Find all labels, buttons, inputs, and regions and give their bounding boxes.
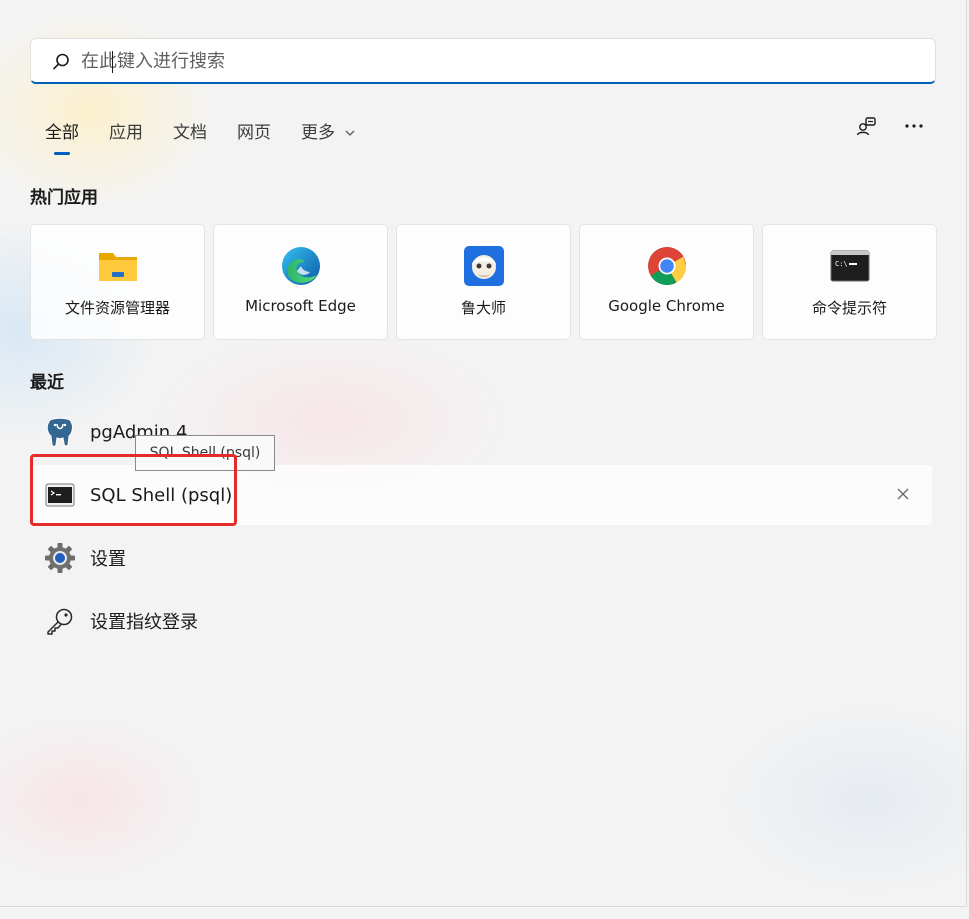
file-explorer-icon xyxy=(98,253,137,281)
tab-documents[interactable]: 文档 xyxy=(158,112,222,149)
chrome-icon xyxy=(647,247,686,286)
app-label: 命令提示符 xyxy=(811,299,887,317)
pgadmin-elephant-icon xyxy=(46,417,73,447)
settings-gear-icon xyxy=(45,543,75,573)
tab-web[interactable]: 网页 xyxy=(222,112,286,149)
tab-all-label: 全部 xyxy=(45,123,79,143)
start-search-panel: 全部 应用 文档 网页 更多 xyxy=(0,0,967,907)
recent-item-fingerprint-login[interactable]: 设置指纹登录 xyxy=(30,591,932,651)
recent-item-settings[interactable]: 设置 xyxy=(30,528,932,588)
popular-apps-title: 热门应用 xyxy=(30,188,98,208)
app-card-file-explorer[interactable]: 文件资源管理器 xyxy=(30,224,205,340)
app-label: Google Chrome xyxy=(608,297,725,315)
chevron-down-icon xyxy=(345,130,355,136)
ludashi-icon xyxy=(463,246,504,286)
search-box[interactable] xyxy=(30,38,936,84)
tab-all[interactable]: 全部 xyxy=(30,112,94,155)
tab-apps[interactable]: 应用 xyxy=(94,112,158,149)
more-options-button[interactable] xyxy=(902,114,926,138)
search-input[interactable] xyxy=(81,47,921,75)
tab-more-label: 更多 xyxy=(301,123,335,143)
recent-title: 最近 xyxy=(30,373,64,393)
top-right-actions xyxy=(854,114,926,138)
close-icon[interactable] xyxy=(896,487,910,501)
app-label: Microsoft Edge xyxy=(245,297,356,315)
terminal-icon xyxy=(45,483,75,507)
app-label: 文件资源管理器 xyxy=(64,299,170,317)
account-switch-icon xyxy=(856,117,876,136)
tab-documents-label: 文档 xyxy=(173,123,207,143)
app-card-ludashi[interactable]: 鲁大师 xyxy=(396,224,571,340)
more-options-icon xyxy=(905,124,923,128)
app-card-microsoft-edge[interactable]: Microsoft Edge xyxy=(213,224,388,340)
search-icon xyxy=(53,53,69,70)
recent-item-sql-shell[interactable]: SQL Shell (psql) xyxy=(30,465,932,525)
tab-more[interactable]: 更多 xyxy=(286,112,371,149)
command-prompt-icon: C:\ xyxy=(830,250,869,282)
app-card-google-chrome[interactable]: Google Chrome xyxy=(579,224,754,340)
tab-apps-label: 应用 xyxy=(109,123,143,143)
tab-web-label: 网页 xyxy=(237,123,271,143)
account-switch-button[interactable] xyxy=(854,114,878,138)
popular-apps-grid: 文件资源管理器 Microsoft Edge 鲁大师 Google Chrome… xyxy=(30,224,937,340)
filter-tabs: 全部 应用 文档 网页 更多 xyxy=(30,112,371,155)
text-caret xyxy=(112,51,113,73)
recent-item-label: SQL Shell (psql) xyxy=(90,484,233,506)
app-label: 鲁大师 xyxy=(460,299,506,317)
key-icon xyxy=(47,608,73,635)
recent-item-label: 设置指纹登录 xyxy=(90,612,198,633)
active-tab-indicator xyxy=(54,152,70,155)
svg-text:C:\: C:\ xyxy=(835,260,848,268)
edge-icon xyxy=(281,247,320,285)
tooltip: SQL Shell (psql) xyxy=(135,435,275,471)
recent-item-label: 设置 xyxy=(90,549,126,570)
app-card-command-prompt[interactable]: C:\ 命令提示符 xyxy=(762,224,937,340)
